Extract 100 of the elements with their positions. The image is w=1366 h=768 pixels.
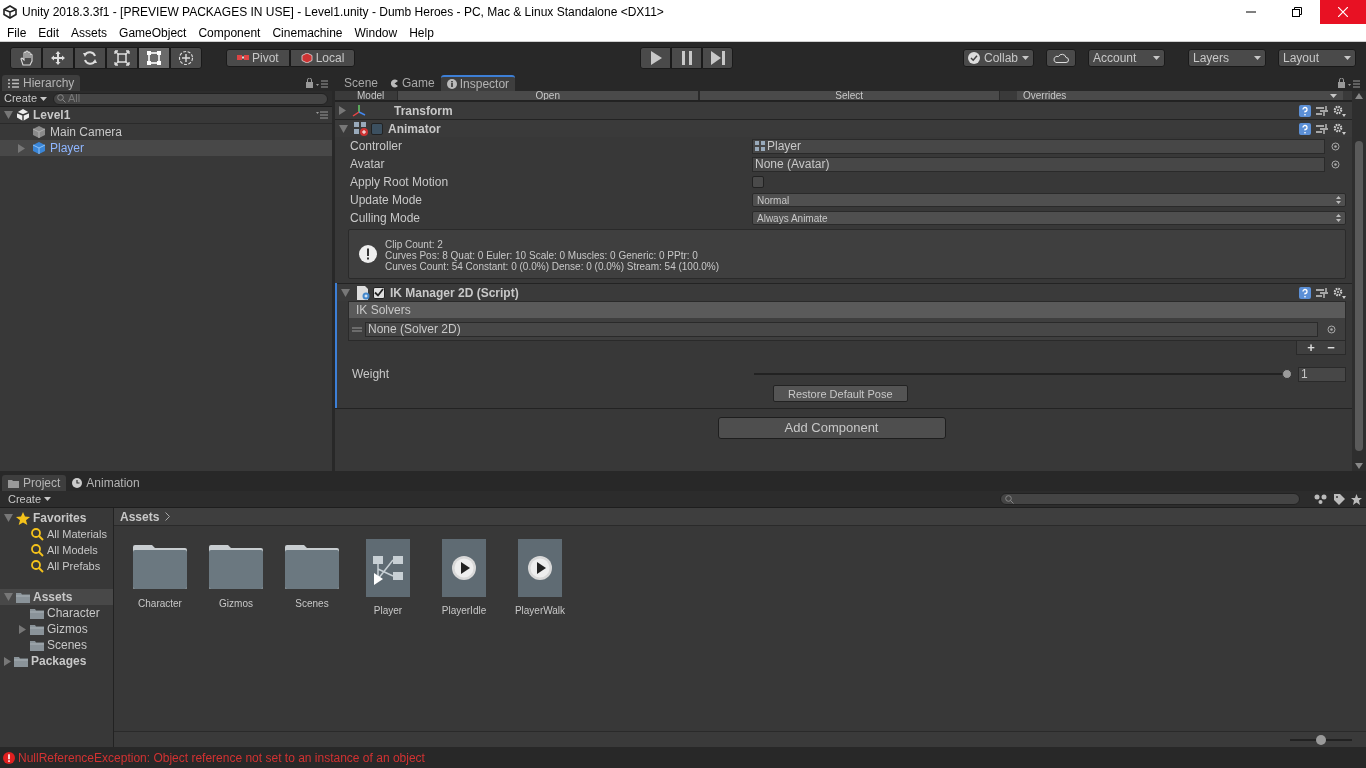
- inspector-tab[interactable]: Scene: [338, 75, 385, 91]
- menu-item[interactable]: File: [1, 26, 33, 39]
- dropdown[interactable]: Normal: [752, 193, 1346, 207]
- object-field[interactable]: Player: [752, 138, 1325, 154]
- folder-item[interactable]: Character: [0, 605, 113, 621]
- scroll-up-icon: [1355, 93, 1363, 99]
- account-button[interactable]: Account: [1088, 49, 1165, 67]
- pivot-button[interactable]: Pivot: [226, 49, 290, 67]
- pause-button[interactable]: [671, 47, 703, 69]
- hierarchy-item[interactable]: Player: [0, 140, 332, 156]
- menu-item[interactable]: Edit: [32, 26, 66, 39]
- hierarchy-item[interactable]: Main Camera: [0, 124, 332, 140]
- help-icon[interactable]: [1299, 122, 1311, 135]
- object-field[interactable]: None (Avatar): [752, 156, 1325, 172]
- folder-item[interactable]: Packages: [0, 653, 113, 669]
- weight-slider[interactable]: [754, 369, 1292, 379]
- checkbox[interactable]: [752, 176, 764, 188]
- component-title: IK Manager 2D (Script): [390, 284, 519, 302]
- preset-icon[interactable]: [1316, 122, 1328, 135]
- layers-button[interactable]: Layers: [1188, 49, 1266, 67]
- hierarchy-tab[interactable]: Hierarchy: [2, 75, 81, 91]
- step-button[interactable]: [702, 47, 734, 69]
- restore-default-pose-button[interactable]: Restore Default Pose: [773, 385, 908, 402]
- local-button[interactable]: Local: [289, 49, 356, 67]
- inspector-tab[interactable]: Inspector: [440, 75, 516, 91]
- preset-icon[interactable]: [1316, 104, 1328, 117]
- folder-item[interactable]: Scenes: [0, 637, 113, 653]
- folder-item[interactable]: Gizmos: [0, 621, 113, 637]
- menu-icon[interactable]: [316, 111, 328, 119]
- folder-item[interactable]: Assets: [0, 589, 113, 605]
- value-field[interactable]: 1: [1298, 366, 1346, 382]
- rect-tool-button[interactable]: [138, 47, 170, 69]
- scrollbar[interactable]: [1352, 91, 1366, 471]
- add-button[interactable]: +: [1301, 341, 1321, 354]
- asset-item[interactable]: Character: [132, 539, 188, 731]
- lock-menu-icon[interactable]: [306, 78, 328, 88]
- object-field[interactable]: None (Solver 2D): [365, 321, 1318, 337]
- collapsed-arrow-icon: [19, 624, 26, 634]
- inspector-tab[interactable]: Game: [384, 75, 441, 91]
- dropdown[interactable]: Always Animate: [752, 211, 1346, 225]
- asset-item[interactable]: PlayerWalk: [512, 539, 568, 731]
- create-button[interactable]: Create: [4, 90, 48, 107]
- prefab-button[interactable]: Open: [397, 91, 699, 100]
- enable-checkbox[interactable]: [371, 122, 383, 135]
- asset-item[interactable]: Player: [360, 539, 416, 731]
- restore-icon: [1292, 7, 1302, 17]
- folder-icon: [208, 542, 264, 590]
- slider-thumb[interactable]: [1282, 369, 1292, 379]
- object-picker-icon[interactable]: [1327, 324, 1336, 334]
- layout-button[interactable]: Layout: [1278, 49, 1356, 67]
- slider-thumb[interactable]: [1316, 734, 1326, 745]
- menu-item[interactable]: Component: [192, 26, 267, 39]
- favorite-item[interactable]: All Materials: [0, 526, 113, 542]
- unity-logo-icon: [16, 108, 30, 122]
- breadcrumb-link[interactable]: Assets: [120, 507, 160, 526]
- hand-tool-button[interactable]: [10, 47, 42, 69]
- scale-tool-button[interactable]: [106, 47, 138, 69]
- menu-item[interactable]: GameObject: [113, 26, 193, 39]
- project-tab[interactable]: Project: [2, 475, 67, 491]
- rotate-tool-button[interactable]: [74, 47, 106, 69]
- asset-item[interactable]: PlayerIdle: [436, 539, 492, 731]
- help-icon[interactable]: [1299, 286, 1311, 299]
- help-icon[interactable]: [1299, 104, 1311, 117]
- clock-icon: [72, 478, 83, 488]
- search-field[interactable]: [1000, 493, 1300, 505]
- scrollbar-thumb[interactable]: [1355, 141, 1363, 451]
- transform-tool-button[interactable]: [170, 47, 202, 69]
- preset-icon[interactable]: [1316, 286, 1328, 299]
- collab-button[interactable]: Collab: [962, 49, 1034, 67]
- add-component-button[interactable]: Add Component: [717, 417, 946, 439]
- menu-item[interactable]: Window: [348, 26, 404, 39]
- create-button[interactable]: Create: [4, 490, 56, 508]
- overrides-dropdown[interactable]: Overrides: [1017, 91, 1343, 100]
- favorite-item[interactable]: All Prefabs: [0, 558, 113, 574]
- settings-icon[interactable]: [1333, 286, 1346, 299]
- remove-button[interactable]: −: [1321, 341, 1341, 354]
- settings-icon[interactable]: [1333, 104, 1346, 117]
- list-icon: [8, 78, 19, 88]
- favorite-item[interactable]: All Models: [0, 542, 113, 558]
- info-text: Clip Count: 2: [385, 238, 444, 250]
- cloud-button[interactable]: [1046, 49, 1076, 67]
- check-icon: [374, 288, 384, 297]
- scene-name: Level1: [33, 107, 71, 124]
- play-button[interactable]: [640, 47, 672, 69]
- menu-item[interactable]: Cinemachine: [266, 26, 349, 39]
- prefab-button[interactable]: Select: [698, 91, 1000, 100]
- info-icon: [446, 79, 457, 89]
- enable-checkbox[interactable]: [373, 286, 385, 299]
- asset-item[interactable]: Gizmos: [208, 539, 264, 731]
- menu-item[interactable]: Assets: [65, 26, 114, 39]
- menu-item[interactable]: Help: [403, 26, 440, 39]
- filter-type-icon[interactable]: [1314, 494, 1328, 504]
- star-icon[interactable]: [1351, 493, 1362, 505]
- project-tab[interactable]: Animation: [66, 475, 146, 491]
- tag-icon[interactable]: [1334, 493, 1345, 505]
- move-tool-button[interactable]: [42, 47, 74, 69]
- drag-handle-icon[interactable]: [352, 326, 362, 332]
- lock-menu-icon[interactable]: [1338, 78, 1360, 88]
- settings-icon[interactable]: [1333, 122, 1346, 135]
- asset-item[interactable]: Scenes: [284, 539, 340, 731]
